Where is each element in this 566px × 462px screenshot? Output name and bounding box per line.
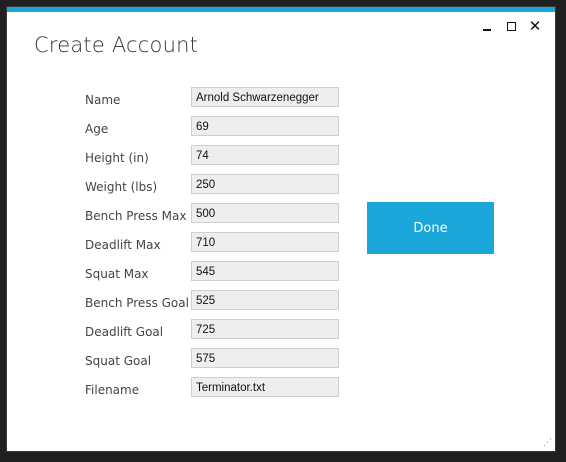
maximize-button[interactable]: [499, 16, 523, 36]
form-row-deadlift-goal: Deadlift Goal: [85, 319, 345, 348]
squat-max-field[interactable]: [191, 261, 339, 281]
filename-label: Filename: [85, 383, 140, 397]
close-button[interactable]: ✕: [523, 16, 547, 36]
page-title: Create Account: [34, 33, 199, 57]
deadlift-max-label: Deadlift Max: [85, 238, 161, 252]
form-row-deadlift-max: Deadlift Max: [85, 232, 345, 261]
deadlift-goal-label: Deadlift Goal: [85, 325, 164, 339]
squat-max-label: Squat Max: [85, 267, 149, 281]
name-field[interactable]: [191, 87, 339, 107]
weight-field[interactable]: [191, 174, 339, 194]
minimize-icon: [483, 29, 491, 31]
bench-press-max-field[interactable]: [191, 203, 339, 223]
bench-press-max-label: Bench Press Max: [85, 209, 187, 223]
deadlift-max-field[interactable]: [191, 232, 339, 252]
form-row-age: Age: [85, 116, 345, 145]
maximize-icon: [506, 21, 516, 31]
form-row-bench-press-max: Bench Press Max: [85, 203, 345, 232]
desktop-background: ✕ Create Account Name Age Height (in) We…: [0, 0, 566, 462]
weight-label: Weight (lbs): [85, 180, 158, 194]
resize-grip-icon[interactable]: ⋰: [542, 438, 552, 448]
bench-press-goal-field[interactable]: [191, 290, 339, 310]
height-label: Height (in): [85, 151, 149, 165]
account-form: Name Age Height (in) Weight (lbs) Bench …: [85, 87, 345, 406]
name-label: Name: [85, 93, 121, 107]
form-row-height: Height (in): [85, 145, 345, 174]
form-row-weight: Weight (lbs): [85, 174, 345, 203]
filename-field[interactable]: [191, 377, 339, 397]
age-field[interactable]: [191, 116, 339, 136]
form-row-name: Name: [85, 87, 345, 116]
form-row-filename: Filename: [85, 377, 345, 406]
form-row-squat-max: Squat Max: [85, 261, 345, 290]
minimize-button[interactable]: [475, 16, 499, 36]
height-field[interactable]: [191, 145, 339, 165]
form-row-bench-press-goal: Bench Press Goal: [85, 290, 345, 319]
form-row-squat-goal: Squat Goal: [85, 348, 345, 377]
done-button[interactable]: Done: [367, 202, 494, 254]
deadlift-goal-field[interactable]: [191, 319, 339, 339]
bench-press-goal-label: Bench Press Goal: [85, 296, 189, 310]
window-controls: ✕: [475, 16, 547, 36]
age-label: Age: [85, 122, 109, 136]
squat-goal-label: Squat Goal: [85, 354, 152, 368]
squat-goal-field[interactable]: [191, 348, 339, 368]
close-icon: ✕: [528, 16, 542, 35]
title-accent-bar: [7, 7, 555, 12]
create-account-window: ✕ Create Account Name Age Height (in) We…: [6, 6, 556, 452]
